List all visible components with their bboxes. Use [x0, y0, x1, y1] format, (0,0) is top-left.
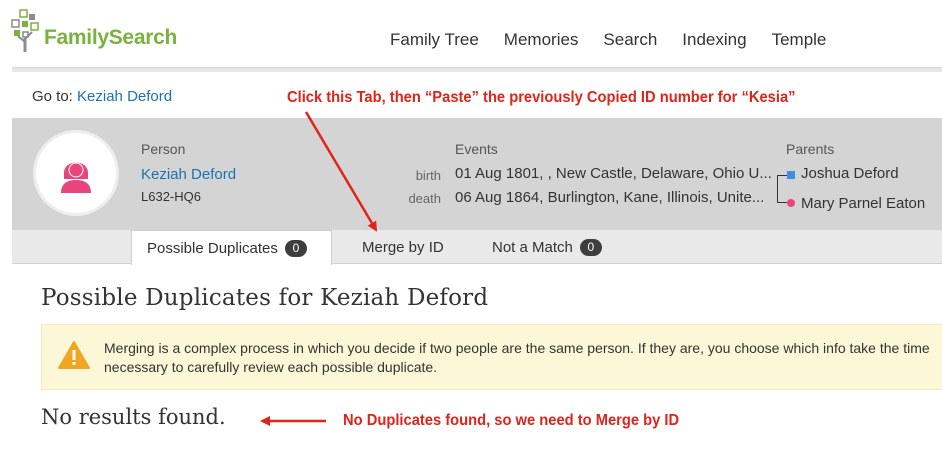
nav-temple[interactable]: Temple	[772, 30, 827, 50]
annotation-bottom: No Duplicates found, so we need to Merge…	[343, 412, 680, 429]
header: FamilySearch Family Tree Memories Search…	[0, 0, 942, 68]
birth-label: birth	[415, 168, 441, 183]
annotation-top: Click this Tab, then “Paste” the previou…	[287, 89, 796, 106]
logo-text: FamilySearch	[44, 26, 177, 49]
warning-banner: Merging is a complex process in which yo…	[41, 324, 942, 390]
person-column-label: Person	[141, 141, 186, 157]
nav-search[interactable]: Search	[603, 30, 657, 50]
goto-label: Go to:	[32, 88, 73, 105]
tab-merge-by-id[interactable]: Merge by ID	[362, 230, 444, 265]
goto-person-link[interactable]: Keziah Deford	[77, 88, 172, 105]
header-divider	[12, 67, 942, 72]
female-person-icon	[61, 162, 91, 193]
nav-memories[interactable]: Memories	[504, 30, 579, 50]
goto-bar: Go to: Keziah Deford	[32, 88, 172, 105]
warning-icon	[58, 341, 90, 369]
nav-family-tree[interactable]: Family Tree	[390, 30, 479, 50]
tab-bar: Possible Duplicates 0 Merge by ID Not a …	[12, 230, 942, 265]
tree-logo-icon	[11, 9, 39, 52]
person-name-link[interactable]: Keziah Deford	[141, 166, 236, 183]
page-title: Possible Duplicates for Keziah Deford	[41, 285, 489, 311]
avatar	[33, 130, 119, 216]
count-badge: 0	[579, 239, 602, 256]
male-marker-icon	[787, 171, 795, 179]
parents-connector	[777, 175, 787, 203]
tab-label: Merge by ID	[362, 239, 444, 256]
person-id: L632-HQ6	[141, 189, 201, 204]
death-value: 06 Aug 1864, Burlington, Kane, Illinois,…	[455, 189, 765, 206]
father-name[interactable]: Joshua Deford	[801, 165, 899, 182]
tab-label: Not a Match	[492, 239, 573, 256]
mother-name[interactable]: Mary Parnel Eaton	[801, 195, 925, 212]
no-results-message: No results found.	[41, 405, 226, 429]
count-badge: 0	[284, 239, 307, 257]
birth-value: 01 Aug 1801, , New Castle, Delaware, Ohi…	[455, 165, 772, 182]
tab-not-a-match[interactable]: Not a Match 0	[492, 230, 602, 265]
nav-indexing[interactable]: Indexing	[682, 30, 746, 50]
female-marker-icon	[787, 199, 795, 207]
tab-label: Possible Duplicates	[147, 239, 278, 257]
death-label: death	[408, 191, 441, 206]
parents-column-label: Parents	[786, 141, 835, 157]
main-nav: Family Tree Memories Search Indexing Tem…	[390, 30, 851, 50]
person-summary-card: Person Keziah Deford L632-HQ6 Events bir…	[12, 118, 942, 230]
tab-possible-duplicates[interactable]: Possible Duplicates 0	[131, 230, 332, 265]
events-column-label: Events	[455, 141, 498, 157]
warning-text: Merging is a complex process in which yo…	[104, 340, 930, 375]
familysearch-logo[interactable]: FamilySearch	[10, 6, 177, 54]
